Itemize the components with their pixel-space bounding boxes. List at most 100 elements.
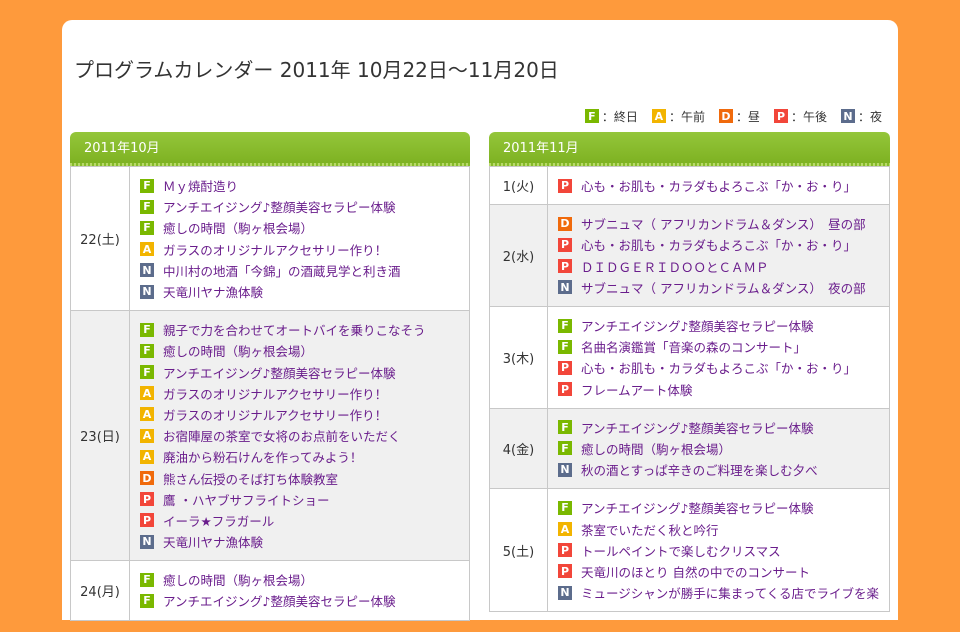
event-link[interactable]: アンチエイジング♪整顔美容セラピー体験 — [163, 363, 395, 382]
event-link[interactable]: ガラスのオリジナルアクセサリー作り！ — [163, 405, 387, 424]
daytime-badge-icon: D — [718, 109, 733, 123]
time-slot-badge-icon: D — [140, 471, 154, 486]
list-item: N 天竜川ヤナ漁体験 — [140, 531, 459, 552]
event-link[interactable]: Ｍｙ焼酎造り — [163, 176, 238, 195]
month-october: 2011年10月 22(土) F Ｍｙ焼酎造り F アンチエイジング♪整顔美容セラピー体… — [70, 132, 470, 632]
time-slot-badge-icon: F — [140, 572, 154, 587]
event-link[interactable]: 癒しの時間（駒ヶ根会場） — [581, 439, 731, 458]
event-link[interactable]: 癒しの時間（駒ヶ根会場） — [163, 570, 313, 589]
list-item: A ガラスのオリジナルアクセサリー作り！ — [140, 404, 459, 425]
legend-label: ：終日 — [601, 109, 638, 124]
list-item: P イーラ★フラガール — [140, 510, 459, 531]
time-slot-badge-icon: A — [140, 242, 154, 257]
legend: F ：終日 A ：午前 D ：昼 P ：午後 N ：夜 — [584, 108, 882, 125]
event-link[interactable]: 癒しの時間（駒ヶ根会場） — [163, 341, 313, 360]
time-slot-badge-icon: N — [557, 280, 572, 295]
time-slot-badge-icon: F — [557, 441, 572, 456]
event-link[interactable]: アンチエイジング♪整顔美容セラピー体験 — [581, 316, 813, 335]
time-slot-badge-icon: F — [557, 339, 572, 354]
time-slot-badge-icon: P — [140, 513, 154, 528]
table-row: 1(火) P 心も・お肌も・カラダもよろこぶ「か・お・り」 — [489, 165, 890, 206]
table-row: 23(日) F 親子で力を合わせてオートバイを乗りこなそう F 癒しの時間（駒ヶ根会場）… — [70, 310, 470, 562]
event-list: P 心も・お肌も・カラダもよろこぶ「か・お・り」 — [546, 165, 890, 206]
afternoon-badge-icon: P — [773, 109, 788, 123]
event-link[interactable]: ミュージシャンが勝手に集まってくる店でライブを楽 — [581, 583, 879, 602]
list-item: N サブニュマ（ アフリカンドラム＆ダンス） 夜の部 — [557, 277, 879, 298]
event-link[interactable]: ガラスのオリジナルアクセサリー作り！ — [163, 240, 387, 259]
time-slot-badge-icon: F — [557, 500, 572, 515]
time-slot-badge-icon: P — [557, 178, 572, 193]
list-item: F 癒しの時間（駒ヶ根会場） — [140, 340, 459, 361]
event-link[interactable]: 心も・お肌も・カラダもよろこぶ「か・お・り」 — [581, 176, 856, 195]
time-slot-badge-icon: P — [557, 382, 572, 397]
event-link[interactable]: アンチエイジング♪整顔美容セラピー体験 — [163, 591, 395, 610]
time-slot-badge-icon: F — [140, 178, 154, 193]
list-item: F アンチエイジング♪整顔美容セラピー体験 — [140, 362, 459, 383]
event-link[interactable]: 秋の酒とすっぱ辛きのご料理を楽しむ夕べ — [581, 460, 818, 479]
event-link[interactable]: 天竜川ヤナ漁体験 — [163, 532, 263, 551]
event-link[interactable]: アンチエイジング♪整顔美容セラピー体験 — [163, 197, 395, 216]
list-item: N 秋の酒とすっぱ辛きのご料理を楽しむ夕べ — [557, 459, 879, 480]
event-link[interactable]: アンチエイジング♪整顔美容セラピー体験 — [581, 498, 813, 517]
event-link[interactable]: 茶室でいただく秋と吟行 — [581, 520, 719, 539]
list-item: A 茶室でいただく秋と吟行 — [557, 518, 879, 539]
month-header: 2011年11月 — [489, 132, 890, 166]
time-slot-badge-icon: N — [140, 263, 154, 278]
time-slot-badge-icon: F — [140, 593, 154, 608]
list-item: F Ｍｙ焼酎造り — [140, 175, 459, 196]
time-slot-badge-icon: A — [140, 386, 154, 401]
list-item: F 癒しの時間（駒ヶ根会場） — [557, 438, 879, 459]
event-link[interactable]: 名曲名演鑑賞「音楽の森のコンサート」 — [581, 337, 806, 356]
legend-label: ：昼 — [735, 109, 760, 124]
all-day-badge-icon: F — [584, 109, 599, 123]
list-item: A お宿陣屋の茶室で女将のお点前をいただく — [140, 425, 459, 446]
event-link[interactable]: サブニュマ（ アフリカンドラム＆ダンス） 夜の部 — [581, 278, 866, 297]
list-item: F アンチエイジング♪整顔美容セラピー体験 — [557, 315, 879, 336]
event-link[interactable]: トールペイントで楽しむクリスマス — [581, 541, 781, 560]
legend-label: ：午前 — [668, 109, 705, 124]
event-link[interactable]: イーラ★フラガール — [163, 511, 274, 530]
event-list: F 癒しの時間（駒ヶ根会場） F アンチエイジング♪整顔美容セラピー体験 — [129, 560, 470, 621]
event-link[interactable]: 中川村の地酒「今錦」の酒蔵見学と利き酒 — [163, 261, 401, 280]
list-item: F アンチエイジング♪整顔美容セラピー体験 — [557, 417, 879, 438]
list-item: P トールペイントで楽しむクリスマス — [557, 540, 879, 561]
table-row: 3(木) F アンチエイジング♪整顔美容セラピー体験 F 名曲名演鑑賞「音楽の森のコンサ… — [489, 305, 890, 409]
legend-item-D: D ：昼 — [718, 108, 760, 125]
list-item: F 癒しの時間（駒ヶ根会場） — [140, 217, 459, 238]
time-slot-badge-icon: A — [140, 449, 154, 464]
day-label: 2(水) — [489, 204, 548, 307]
event-link[interactable]: 癒しの時間（駒ヶ根会場） — [163, 218, 313, 237]
event-link[interactable]: 親子で力を合わせてオートバイを乗りこなそう — [163, 320, 426, 339]
time-slot-badge-icon: P — [140, 492, 154, 507]
event-link[interactable]: フレームアート体験 — [581, 380, 692, 399]
event-link[interactable]: 熊さん伝授のそば打ち体験教室 — [163, 469, 338, 488]
list-item: F 名曲名演鑑賞「音楽の森のコンサート」 — [557, 336, 879, 357]
list-item: P 心も・お肌も・カラダもよろこぶ「か・お・り」 — [557, 234, 879, 255]
time-slot-badge-icon: N — [140, 534, 154, 549]
event-link[interactable]: 天竜川ヤナ漁体験 — [163, 282, 263, 301]
day-label: 5(土) — [489, 488, 548, 613]
event-list: D サブニュマ（ アフリカンドラム＆ダンス） 昼の部 P 心も・お肌も・カラダもよろこ… — [546, 204, 890, 307]
list-item: A ガラスのオリジナルアクセサリー作り！ — [140, 239, 459, 260]
list-item: A 廃油から粉石けんを作ってみよう！ — [140, 446, 459, 467]
legend-item-P: P ：午後 — [773, 108, 827, 125]
list-item: P 鷹 ・ハヤブサフライトショー — [140, 489, 459, 510]
event-link[interactable]: 心も・お肌も・カラダもよろこぶ「か・お・り」 — [581, 235, 856, 254]
time-slot-badge-icon: A — [140, 428, 154, 443]
calendar-table: 22(土) F Ｍｙ焼酎造り F アンチエイジング♪整顔美容セラピー体験 F 癒しの時間（駒… — [70, 165, 470, 621]
event-link[interactable]: アンチエイジング♪整顔美容セラピー体験 — [581, 418, 813, 437]
list-item: P フレームアート体験 — [557, 379, 879, 400]
event-link[interactable]: サブニュマ（ アフリカンドラム＆ダンス） 昼の部 — [581, 214, 866, 233]
event-link[interactable]: 天竜川のほとり 自然の中でのコンサート — [581, 562, 810, 581]
calendar-table: 1(火) P 心も・お肌も・カラダもよろこぶ「か・お・り」 2(水) D サブニュマ（ ア… — [489, 165, 890, 613]
event-link[interactable]: ＤＩＤＧＥＲＩＤＯＯとＣＡＭＰ — [581, 257, 769, 276]
event-link[interactable]: 心も・お肌も・カラダもよろこぶ「か・お・り」 — [581, 358, 856, 377]
time-slot-badge-icon: P — [557, 360, 572, 375]
event-link[interactable]: 廃油から粉石けんを作ってみよう！ — [163, 447, 362, 466]
event-link[interactable]: 鷹 ・ハヤブサフライトショー — [163, 490, 329, 509]
event-list: F アンチエイジング♪整顔美容セラピー体験 F 癒しの時間（駒ヶ根会場） N 秋の酒とすっ… — [546, 407, 890, 490]
time-slot-badge-icon: P — [557, 259, 572, 274]
time-slot-badge-icon: A — [140, 407, 154, 422]
event-link[interactable]: ガラスのオリジナルアクセサリー作り！ — [163, 384, 387, 403]
event-link[interactable]: お宿陣屋の茶室で女将のお点前をいただく — [163, 426, 401, 445]
